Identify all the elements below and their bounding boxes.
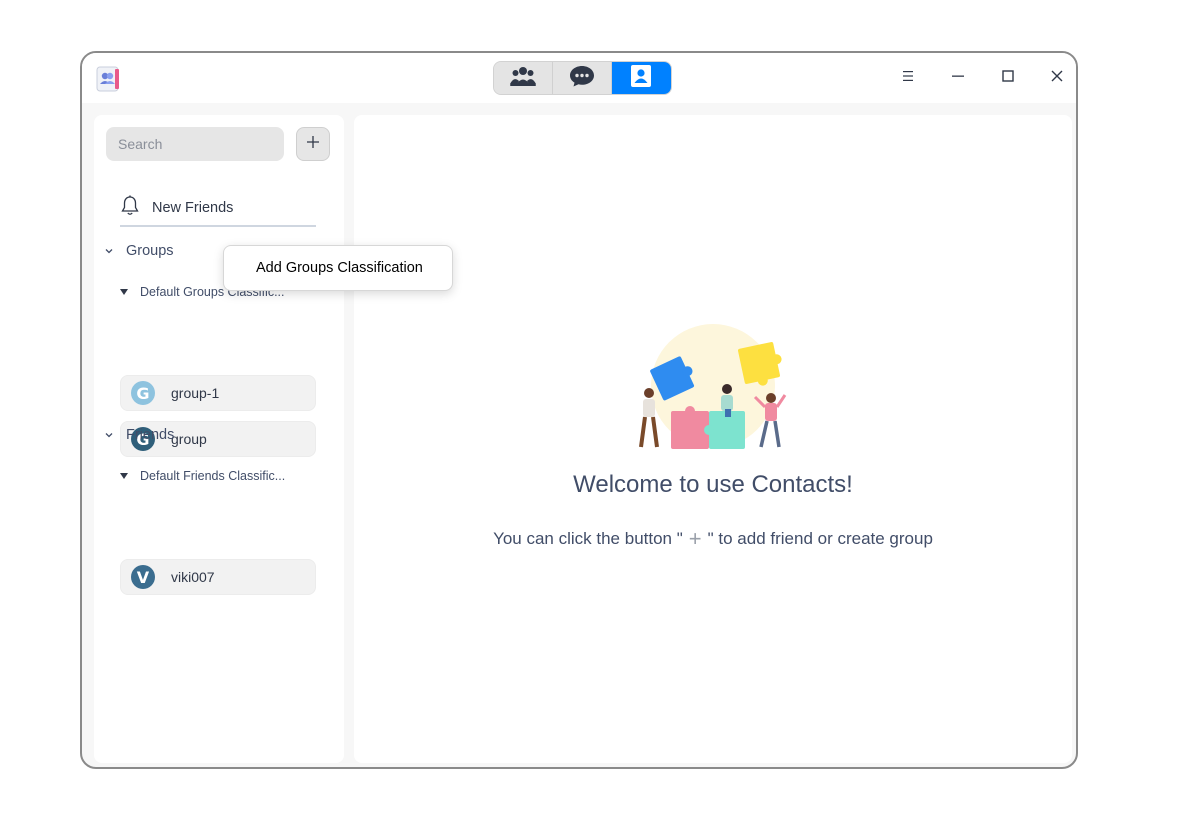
friends-label: Friends <box>126 427 175 443</box>
titlebar <box>82 53 1076 103</box>
contact-name: viki007 <box>171 569 215 585</box>
welcome-title: Welcome to use Contacts! <box>573 471 853 498</box>
list-item[interactable]: G group-1 <box>120 375 316 411</box>
puzzle-illustration <box>637 323 789 453</box>
groups-label: Groups <box>126 243 174 259</box>
group-avatar-icon: G <box>131 381 155 405</box>
hint-text-before: You can click the button " <box>493 529 683 548</box>
contact-card-icon <box>630 64 652 93</box>
tab-contacts[interactable] <box>612 62 671 94</box>
hamburger-menu-icon <box>901 69 915 87</box>
caret-down-icon <box>120 473 128 479</box>
plus-icon: + <box>688 526 702 551</box>
add-button[interactable] <box>296 127 330 161</box>
close-icon <box>1050 69 1064 88</box>
bell-icon <box>120 195 140 222</box>
tab-groups[interactable] <box>494 62 553 94</box>
chevron-down-icon <box>104 247 118 255</box>
people-group-icon <box>509 65 537 92</box>
contacts-window: New Friends Groups Default Groups Classi… <box>80 51 1078 769</box>
plus-icon <box>306 135 320 154</box>
new-friends-label: New Friends <box>152 200 234 216</box>
close-button[interactable] <box>1045 66 1069 90</box>
friend-avatar-icon: V <box>131 565 155 589</box>
add-groups-classification-menu-item[interactable]: Add Groups Classification <box>256 260 423 276</box>
contact-name: group <box>171 431 207 447</box>
caret-down-icon <box>120 289 128 295</box>
contact-name: group-1 <box>171 385 220 401</box>
search-input[interactable] <box>106 127 284 161</box>
minimize-icon <box>951 69 965 88</box>
new-friends-item[interactable]: New Friends <box>120 191 316 227</box>
view-switcher <box>493 61 672 95</box>
contacts-app-icon <box>94 65 122 93</box>
maximize-button[interactable] <box>996 66 1020 90</box>
friends-classification-label: Default Friends Classific... <box>140 469 286 483</box>
chevron-down-icon <box>104 431 118 439</box>
default-friends-classification[interactable]: Default Friends Classific... <box>120 469 285 483</box>
friends-section-header[interactable]: Friends <box>104 427 174 443</box>
context-menu: Add Groups Classification <box>223 245 453 291</box>
maximize-icon <box>1001 69 1015 88</box>
contacts-sidebar: New Friends Groups Default Groups Classi… <box>94 115 344 763</box>
welcome-hint: You can click the button " + " to add frie… <box>354 526 1072 552</box>
groups-section-header[interactable]: Groups <box>104 243 174 259</box>
chat-bubble-icon <box>569 64 595 93</box>
hint-text-after: " to add friend or create group <box>707 529 933 548</box>
main-panel: Welcome to use Contacts! You can click t… <box>354 115 1072 763</box>
list-item[interactable]: V viki007 <box>120 559 316 595</box>
tab-chats[interactable] <box>553 62 612 94</box>
minimize-button[interactable] <box>946 66 970 90</box>
menu-button[interactable] <box>896 66 920 90</box>
